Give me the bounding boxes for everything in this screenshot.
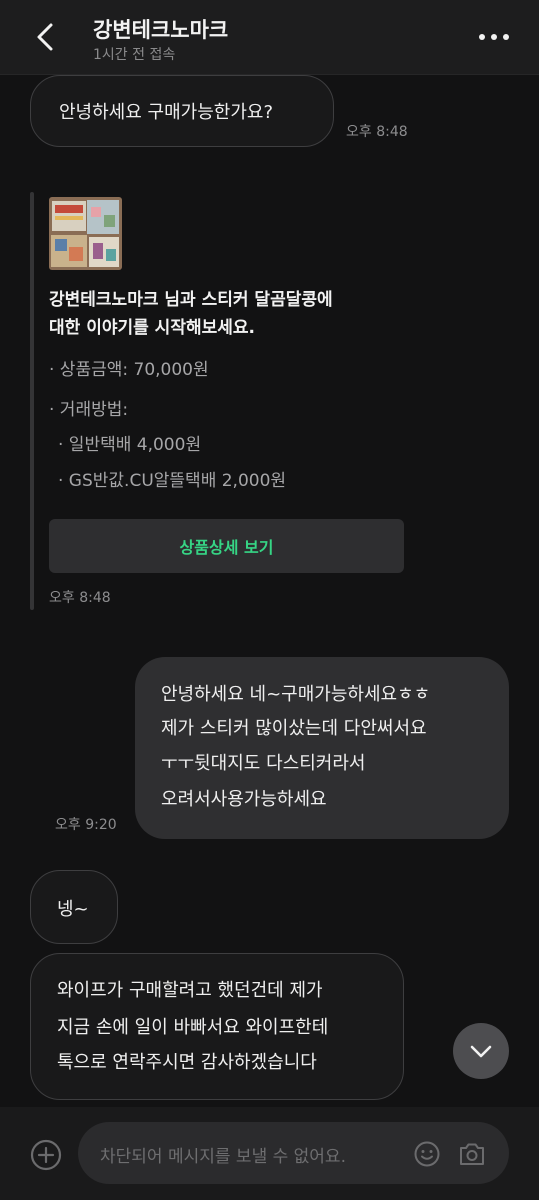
plus-circle-icon xyxy=(30,1139,62,1171)
message-bubble-incoming: 넹~ xyxy=(30,870,118,944)
message-line: 안녕하세요 네~구매가능하세요ㅎㅎ xyxy=(161,684,431,705)
message-line: 와이프가 구매할려고 했던건데 제가 xyxy=(57,980,323,1001)
message-text: 안녕하세요 구매가능한가요? xyxy=(59,102,273,123)
message-line: 제가 스티커 많이샀는데 다안써서요 xyxy=(161,718,427,739)
back-button[interactable] xyxy=(30,20,64,54)
chevron-down-icon xyxy=(470,1045,492,1058)
message-input-placeholder: 차단되어 메시지를 보낼 수 없어요. xyxy=(100,1147,346,1167)
more-horizontal-icon xyxy=(479,34,509,40)
message-line: 오려서사용가능하세요 xyxy=(161,789,327,810)
camera-icon xyxy=(460,1143,484,1165)
product-price: · 상품금액: 70,000원 xyxy=(49,360,209,380)
camera-button[interactable] xyxy=(457,1140,487,1168)
card-title-line: 대한 이야기를 시작해보세요. xyxy=(49,318,255,338)
message-time: 오후 9:20 xyxy=(55,817,117,833)
product-thumbnail[interactable] xyxy=(49,197,122,270)
more-button[interactable] xyxy=(474,24,514,50)
chat-header: 강변테크노마크 1시간 전 접속 xyxy=(0,0,539,75)
last-seen-status: 1시간 전 접속 xyxy=(93,47,176,63)
message-time: 오후 8:48 xyxy=(346,124,408,140)
chat-partner-name: 강변테크노마크 xyxy=(93,18,229,42)
trade-option: · GS반값.CU알뜰택배 2,000원 xyxy=(58,471,287,491)
emoji-button[interactable] xyxy=(413,1140,441,1168)
emoji-icon xyxy=(414,1141,440,1167)
card-time: 오후 8:48 xyxy=(49,590,111,606)
trade-method-label: · 거래방법: xyxy=(49,400,129,420)
message-text: 넹~ xyxy=(57,899,89,920)
card-accent-bar xyxy=(30,192,34,610)
card-title-line: 강변테크노마크 님과 스티커 달곰달콩에 xyxy=(49,290,333,310)
message-bubble-outgoing: 안녕하세요 네~구매가능하세요ㅎㅎ 제가 스티커 많이샀는데 다안써서요 ㅜㅜ뒷… xyxy=(135,657,509,839)
message-bubble-incoming: 안녕하세요 구매가능한가요? xyxy=(30,75,334,147)
product-detail-button[interactable]: 상품상세 보기 xyxy=(49,519,404,573)
message-line: 지금 손에 일이 바빠서요 와이프한테 xyxy=(57,1017,329,1038)
message-line: 톡으로 연락주시면 감사하겠습니다 xyxy=(57,1052,317,1073)
product-card-title: 강변테크노마크 님과 스티커 달곰달콩에 대한 이야기를 시작해보세요. xyxy=(49,286,409,342)
attach-button[interactable] xyxy=(30,1139,62,1171)
scroll-down-button[interactable] xyxy=(453,1023,509,1079)
chevron-left-icon xyxy=(37,23,53,51)
trade-option: · 일반택배 4,000원 xyxy=(58,435,202,455)
message-line: ㅜㅜ뒷대지도 다스티커라서 xyxy=(161,753,366,774)
message-bubble-incoming: 와이프가 구매할려고 했던건데 제가 지금 손에 일이 바빠서요 와이프한테 톡… xyxy=(30,953,404,1100)
